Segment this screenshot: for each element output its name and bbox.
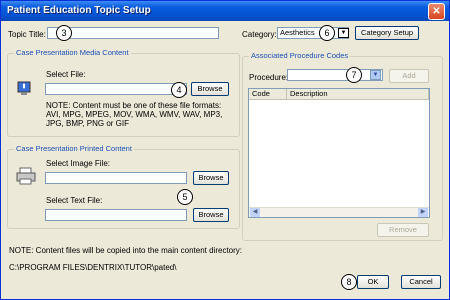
procedure-label: Procedure: <box>249 73 289 82</box>
select-text-file-label: Select Text File: <box>46 196 103 205</box>
horizontal-scrollbar[interactable]: ◀ ▶ <box>249 207 429 217</box>
callout-8: 8 <box>341 274 357 290</box>
procedure-codes-legend: Associated Procedure Codes <box>249 51 351 60</box>
ok-button[interactable]: OK <box>357 275 389 289</box>
scroll-left-icon[interactable]: ◀ <box>250 208 260 217</box>
callout-5: 5 <box>177 189 193 205</box>
monitor-icon <box>17 81 31 97</box>
media-note-line-3: JPG, BMP, PNG or GIF <box>46 119 129 128</box>
callout-7: 7 <box>346 67 362 83</box>
select-image-file-label: Select Image File: <box>46 159 111 168</box>
select-file-label: Select File: <box>46 70 86 79</box>
callout-3: 3 <box>56 25 72 41</box>
window-title: Patient Education Topic Setup <box>7 5 151 16</box>
dialog-window: Patient Education Topic Setup ✕ Topic Ti… <box>0 0 450 300</box>
media-content-legend: Case Presentation Media Content <box>14 48 131 57</box>
printer-icon <box>15 167 37 185</box>
category-label: Category: <box>242 30 277 39</box>
column-header-description[interactable]: Description <box>287 89 429 100</box>
callout-4: 4 <box>171 82 187 98</box>
remove-procedure-button[interactable]: Remove <box>377 223 429 237</box>
close-button[interactable]: ✕ <box>428 3 445 20</box>
column-header-code[interactable]: Code <box>249 89 287 100</box>
footer-note: NOTE: Content files will be copied into … <box>9 246 242 255</box>
procedure-codes-list[interactable]: Code Description ◀ ▶ <box>248 88 430 218</box>
topic-title-input[interactable] <box>47 27 219 39</box>
procedure-select[interactable] <box>287 69 383 81</box>
media-browse-button[interactable]: Browse <box>191 82 229 96</box>
content-directory-path: C:\PROGRAM FILES\DENTRIX\TUTOR\pated\ <box>9 263 177 272</box>
category-setup-button[interactable]: Category Setup <box>355 26 419 40</box>
image-file-input[interactable] <box>45 172 187 184</box>
printed-content-legend: Case Presentation Printed Content <box>14 144 134 153</box>
topic-title-label: Topic Title: <box>8 30 46 39</box>
media-note-line-1: NOTE: Content must be one of these file … <box>46 101 222 110</box>
add-procedure-button[interactable]: Add <box>389 69 429 83</box>
callout-6: 6 <box>319 25 335 41</box>
image-browse-button[interactable]: Browse <box>193 171 229 185</box>
title-bar[interactable]: Patient Education Topic Setup ✕ <box>1 1 449 21</box>
media-file-input[interactable] <box>45 83 187 95</box>
chevron-down-icon[interactable]: ▼ <box>338 28 349 38</box>
cancel-button[interactable]: Cancel <box>401 275 441 289</box>
scroll-right-icon[interactable]: ▶ <box>418 208 428 217</box>
text-file-input[interactable] <box>45 209 187 221</box>
chevron-down-icon[interactable]: ▼ <box>370 70 381 80</box>
text-browse-button[interactable]: Browse <box>193 208 229 222</box>
media-note-line-2: AVI, MPG, MPEG, MOV, WMA, WMV, WAV, MP3, <box>46 110 223 119</box>
